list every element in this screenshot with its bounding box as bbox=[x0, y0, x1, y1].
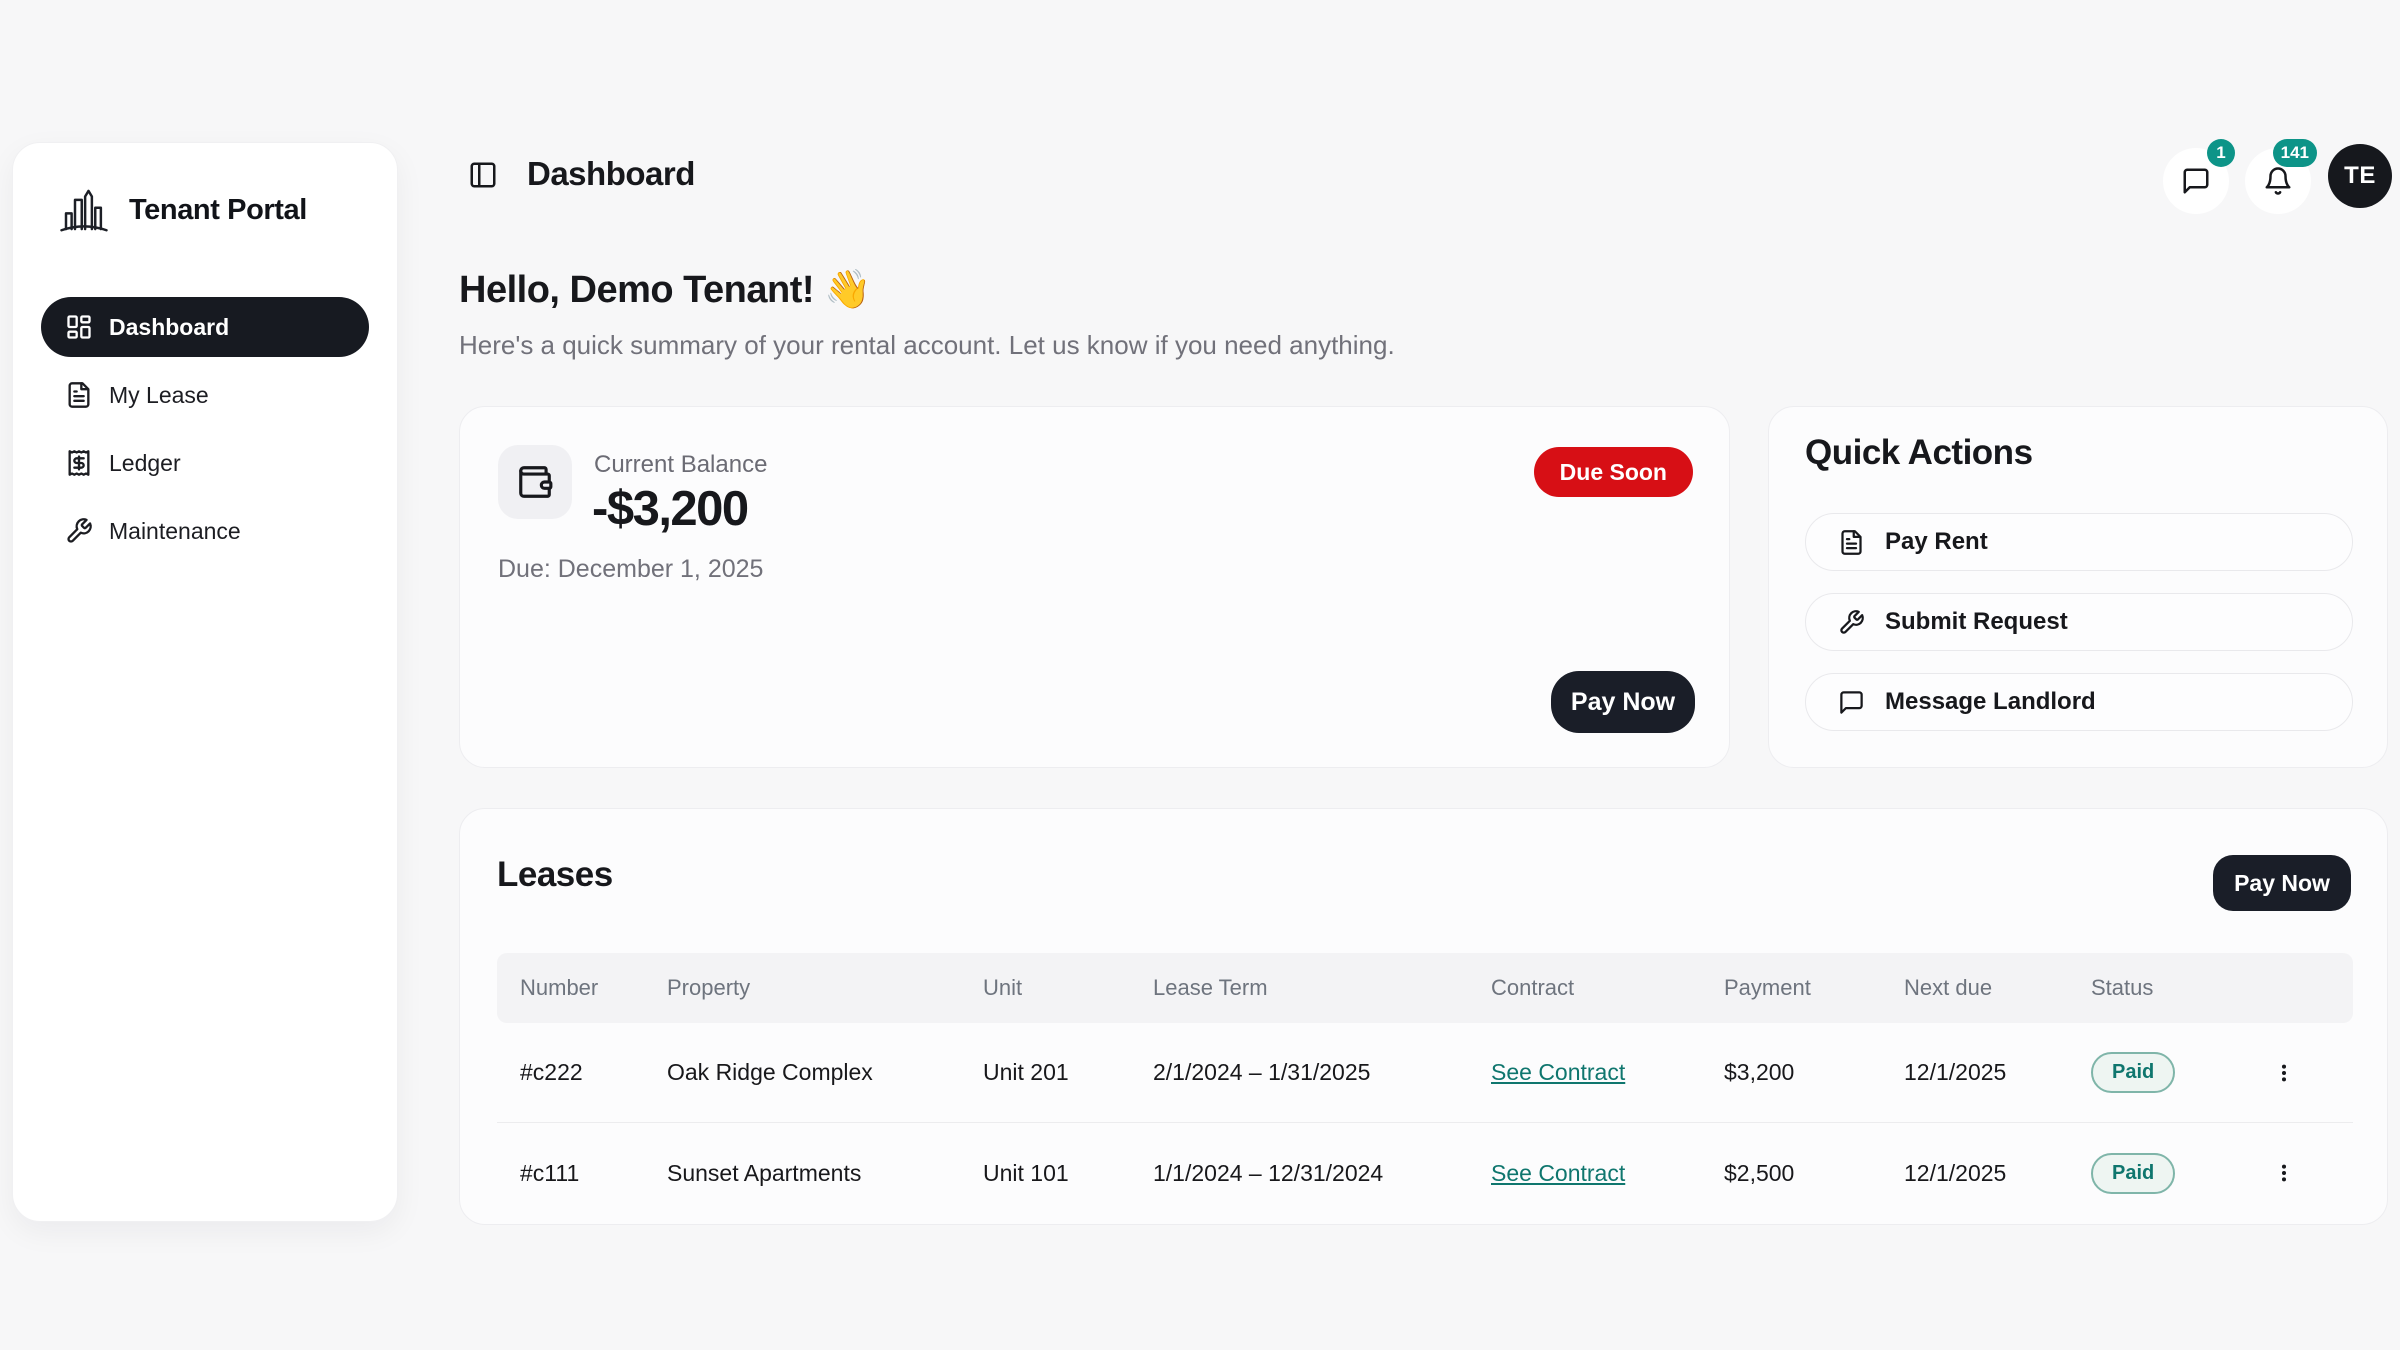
lease-term: 2/1/2024 – 1/31/2025 bbox=[1153, 1059, 1491, 1086]
row-menu-button[interactable] bbox=[2264, 1151, 2304, 1195]
leases-pay-now-button[interactable]: Pay Now bbox=[2213, 855, 2351, 911]
lease-number: #c111 bbox=[497, 1160, 667, 1187]
status-badge: Paid bbox=[2091, 1153, 2175, 1194]
tenant-portal-app: Tenant Portal Dashboard My Lease bbox=[0, 0, 2400, 1350]
balance-label: Current Balance bbox=[594, 451, 767, 479]
notifications-count-badge: 141 bbox=[2273, 139, 2317, 167]
panel-left-icon bbox=[468, 160, 498, 190]
city-buildings-icon bbox=[57, 183, 111, 237]
lease-payment: $3,200 bbox=[1724, 1059, 1904, 1086]
submit-request-button[interactable]: Submit Request bbox=[1805, 593, 2353, 651]
greeting-title: Hello, Demo Tenant! 👋 bbox=[459, 268, 871, 312]
lease-number: #c222 bbox=[497, 1059, 667, 1086]
quick-actions-title: Quick Actions bbox=[1805, 433, 2033, 473]
greeting-subtitle: Here's a quick summary of your rental ac… bbox=[459, 330, 1395, 361]
column-header-payment: Payment bbox=[1724, 975, 1904, 1001]
balance-card: Current Balance -$3,200 Due Soon Due: De… bbox=[459, 406, 1730, 768]
sidebar-nav: Dashboard My Lease Ledger bbox=[13, 297, 397, 561]
pay-now-button[interactable]: Pay Now bbox=[1551, 671, 1695, 733]
leases-table: Number Property Unit Lease Term Contract… bbox=[497, 953, 2353, 1223]
chat-bubble-icon bbox=[2181, 166, 2211, 196]
receipt-icon bbox=[65, 449, 93, 477]
column-header-status: Status bbox=[2091, 975, 2264, 1001]
action-label: Pay Rent bbox=[1885, 528, 1988, 556]
leases-card: Leases Pay Now Number Property Unit Leas… bbox=[459, 808, 2388, 1225]
notifications-button[interactable]: 141 bbox=[2245, 148, 2311, 214]
quick-actions-card: Quick Actions Pay Rent Submit Request bbox=[1768, 406, 2388, 768]
action-label: Message Landlord bbox=[1885, 688, 2096, 716]
due-soon-badge: Due Soon bbox=[1534, 447, 1693, 497]
kebab-menu-icon bbox=[2273, 1062, 2295, 1084]
lease-property: Sunset Apartments bbox=[667, 1160, 983, 1187]
due-date-text: Due: December 1, 2025 bbox=[498, 555, 763, 584]
dashboard-grid-icon bbox=[65, 313, 93, 341]
user-avatar[interactable]: TE bbox=[2328, 144, 2392, 208]
message-landlord-button[interactable]: Message Landlord bbox=[1805, 673, 2353, 731]
status-badge: Paid bbox=[2091, 1052, 2175, 1093]
table-row: #c111 Sunset Apartments Unit 101 1/1/202… bbox=[497, 1123, 2353, 1223]
wallet-icon bbox=[516, 463, 554, 501]
action-label: Submit Request bbox=[1885, 608, 2068, 636]
lease-property: Oak Ridge Complex bbox=[667, 1059, 983, 1086]
file-text-icon bbox=[1838, 529, 1865, 556]
leases-title: Leases bbox=[497, 855, 613, 895]
sidebar-item-label: Dashboard bbox=[109, 314, 229, 341]
page-title: Dashboard bbox=[527, 155, 695, 193]
sidebar-item-label: My Lease bbox=[109, 382, 209, 409]
sidebar-item-dashboard[interactable]: Dashboard bbox=[41, 297, 369, 357]
wallet-icon-box bbox=[498, 445, 572, 519]
quick-actions-list: Pay Rent Submit Request Message Landlord bbox=[1805, 513, 2353, 731]
lease-unit: Unit 101 bbox=[983, 1160, 1153, 1187]
pay-rent-button[interactable]: Pay Rent bbox=[1805, 513, 2353, 571]
column-header-contract: Contract bbox=[1491, 975, 1724, 1001]
bell-icon bbox=[2263, 166, 2293, 196]
column-header-next-due: Next due bbox=[1904, 975, 2091, 1001]
row-menu-button[interactable] bbox=[2264, 1051, 2304, 1095]
sidebar: Tenant Portal Dashboard My Lease bbox=[12, 142, 398, 1222]
table-row: #c222 Oak Ridge Complex Unit 201 2/1/202… bbox=[497, 1023, 2353, 1123]
column-header-property: Property bbox=[667, 975, 983, 1001]
lease-unit: Unit 201 bbox=[983, 1059, 1153, 1086]
messages-button[interactable]: 1 bbox=[2163, 148, 2229, 214]
lease-next-due: 12/1/2025 bbox=[1904, 1160, 2091, 1187]
column-header-number: Number bbox=[497, 975, 667, 1001]
app-logo: Tenant Portal bbox=[13, 143, 397, 237]
column-header-unit: Unit bbox=[983, 975, 1153, 1001]
sidebar-toggle-button[interactable] bbox=[468, 160, 502, 194]
wrench-icon bbox=[65, 517, 93, 545]
balance-amount: -$3,200 bbox=[592, 481, 748, 537]
sidebar-item-maintenance[interactable]: Maintenance bbox=[41, 501, 369, 561]
column-header-lease-term: Lease Term bbox=[1153, 975, 1491, 1001]
file-text-icon bbox=[65, 381, 93, 409]
app-title: Tenant Portal bbox=[129, 194, 307, 227]
sidebar-item-my-lease[interactable]: My Lease bbox=[41, 365, 369, 425]
lease-next-due: 12/1/2025 bbox=[1904, 1059, 2091, 1086]
message-icon bbox=[1838, 689, 1865, 716]
kebab-menu-icon bbox=[2273, 1162, 2295, 1184]
lease-term: 1/1/2024 – 12/31/2024 bbox=[1153, 1160, 1491, 1187]
sidebar-item-ledger[interactable]: Ledger bbox=[41, 433, 369, 493]
messages-count-badge: 1 bbox=[2207, 139, 2235, 167]
see-contract-link[interactable]: See Contract bbox=[1491, 1059, 1625, 1085]
wrench-icon bbox=[1838, 609, 1865, 636]
lease-payment: $2,500 bbox=[1724, 1160, 1904, 1187]
see-contract-link[interactable]: See Contract bbox=[1491, 1160, 1625, 1186]
leases-table-header: Number Property Unit Lease Term Contract… bbox=[497, 953, 2353, 1023]
sidebar-item-label: Ledger bbox=[109, 450, 181, 477]
sidebar-item-label: Maintenance bbox=[109, 518, 241, 545]
